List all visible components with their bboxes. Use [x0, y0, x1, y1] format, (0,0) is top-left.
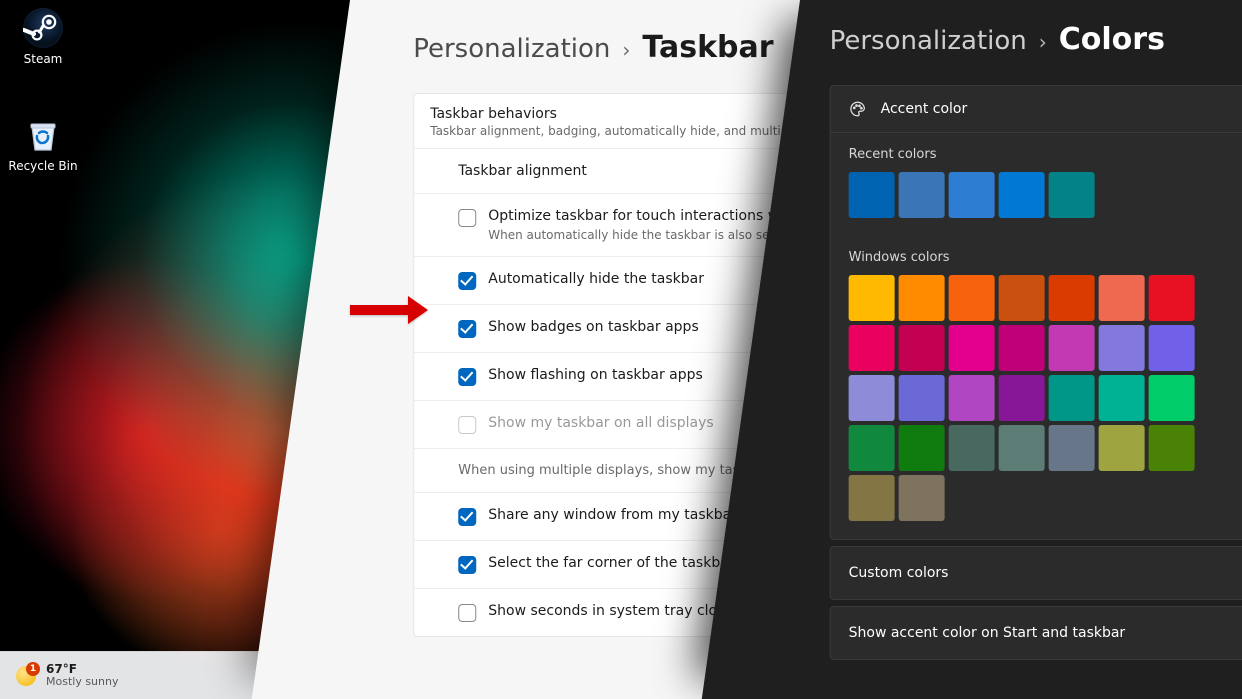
desktop-icon-recycle-bin[interactable]: Recycle Bin [6, 115, 80, 173]
callout-arrow [350, 296, 428, 324]
color-swatch[interactable] [999, 172, 1045, 218]
color-swatch[interactable] [849, 172, 895, 218]
color-swatch[interactable] [949, 172, 995, 218]
taskbar-weather-widget[interactable]: 1 67°F Mostly sunny [10, 652, 122, 699]
checkbox[interactable] [458, 508, 476, 526]
color-swatch[interactable] [999, 425, 1045, 471]
color-swatch[interactable] [999, 325, 1045, 371]
checkbox[interactable] [458, 416, 476, 434]
color-swatch[interactable] [899, 425, 945, 471]
breadcrumb-current: Taskbar [642, 30, 773, 65]
color-swatch[interactable] [849, 425, 895, 471]
weather-text: 67°F Mostly sunny [46, 663, 118, 688]
color-swatch[interactable] [849, 375, 895, 421]
color-swatch[interactable] [1099, 425, 1145, 471]
color-swatch[interactable] [1099, 275, 1145, 321]
recycle-bin-icon [23, 115, 63, 155]
color-swatch[interactable] [1049, 375, 1095, 421]
color-swatch[interactable] [899, 475, 945, 521]
color-swatch[interactable] [1049, 325, 1095, 371]
color-swatch[interactable] [949, 375, 995, 421]
weather-badge: 1 [26, 662, 40, 676]
desktop-icon-label: Steam [6, 52, 80, 66]
weather-icon: 1 [14, 664, 38, 688]
color-swatch[interactable] [1149, 425, 1195, 471]
windows-colors-section: Windows colors [831, 236, 1242, 539]
checkbox[interactable] [458, 320, 476, 338]
color-swatch[interactable] [999, 275, 1045, 321]
checkbox[interactable] [458, 272, 476, 290]
setting-accent-color[interactable]: Accent color [831, 86, 1242, 132]
checkbox[interactable] [458, 556, 476, 574]
weather-condition: Mostly sunny [46, 676, 118, 688]
windows-colors-swatches [849, 275, 1235, 521]
color-swatch[interactable] [849, 275, 895, 321]
custom-colors-card[interactable]: Custom colors [830, 546, 1242, 600]
color-swatch[interactable] [899, 275, 945, 321]
chevron-right-icon: › [622, 38, 630, 62]
chevron-right-icon: › [1039, 30, 1047, 54]
color-swatch[interactable] [1049, 172, 1095, 218]
color-swatch[interactable] [949, 325, 995, 371]
color-swatch[interactable] [899, 375, 945, 421]
color-swatch[interactable] [1149, 275, 1195, 321]
color-swatch[interactable] [1099, 325, 1145, 371]
section-label: Windows colors [849, 250, 1235, 265]
recent-colors-swatches [849, 172, 1235, 218]
breadcrumb-current: Colors [1059, 22, 1165, 57]
desktop-icon-steam[interactable]: Steam [6, 8, 80, 66]
checkbox[interactable] [458, 604, 476, 622]
desktop-icon-label: Recycle Bin [6, 159, 80, 173]
color-swatch[interactable] [899, 325, 945, 371]
checkbox[interactable] [458, 209, 476, 227]
color-swatch[interactable] [849, 325, 895, 371]
settings-colors-panel: Personalization › Colors Accent color Re… [754, 0, 1242, 660]
palette-icon [849, 100, 867, 118]
accent-color-card: Accent color Recent colors Windows color… [830, 85, 1242, 540]
color-swatch[interactable] [1049, 425, 1095, 471]
steam-icon [23, 8, 63, 48]
breadcrumb-parent[interactable]: Personalization [413, 34, 610, 64]
color-swatch[interactable] [1149, 325, 1195, 371]
color-swatch[interactable] [1149, 375, 1195, 421]
recent-colors-section: Recent colors [831, 132, 1242, 236]
checkbox[interactable] [458, 368, 476, 386]
breadcrumb: Personalization › Colors [830, 22, 1242, 57]
section-label: Recent colors [849, 147, 1235, 162]
color-swatch[interactable] [899, 172, 945, 218]
color-swatch[interactable] [849, 475, 895, 521]
breadcrumb-parent[interactable]: Personalization [830, 26, 1027, 56]
accent-on-start-card[interactable]: Show accent color on Start and taskbar [830, 606, 1242, 660]
color-swatch[interactable] [1099, 375, 1145, 421]
color-swatch[interactable] [1049, 275, 1095, 321]
color-swatch[interactable] [949, 275, 995, 321]
color-swatch[interactable] [999, 375, 1045, 421]
color-swatch[interactable] [949, 425, 995, 471]
